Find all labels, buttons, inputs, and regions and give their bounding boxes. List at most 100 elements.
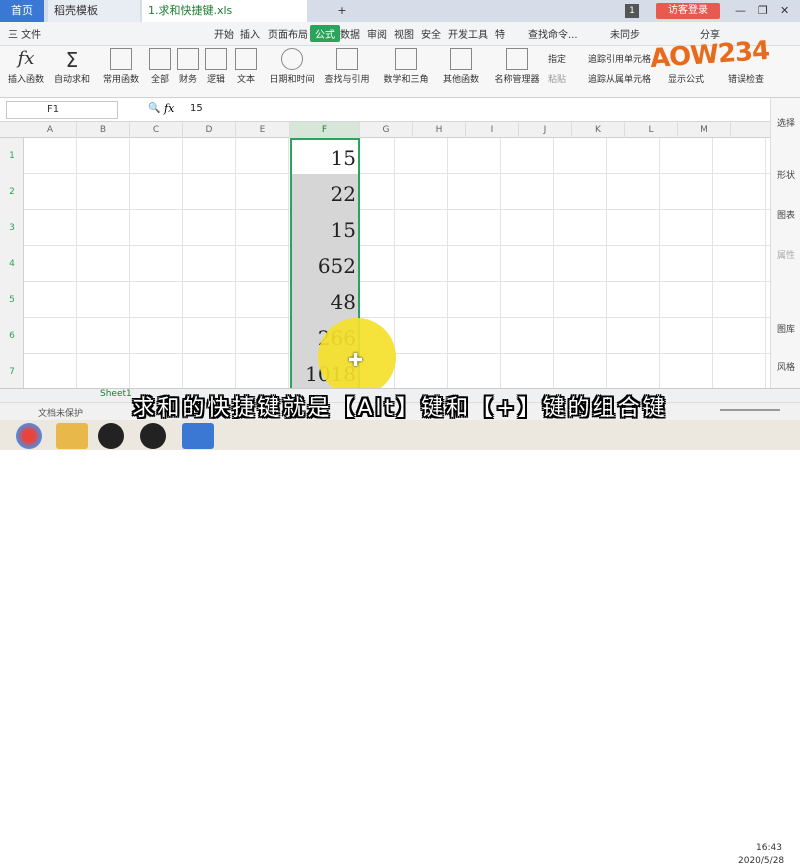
name-box[interactable]: F1 [6, 101, 118, 119]
lookup-icon [336, 48, 358, 70]
finance-icon [177, 48, 199, 70]
common-functions-button[interactable]: 常用函数 [98, 48, 144, 85]
search-command[interactable]: 查找命令... [528, 26, 578, 41]
row-4[interactable]: 4 [0, 259, 24, 269]
menu-security[interactable]: 安全 [421, 26, 441, 41]
lookup-button[interactable]: 查找与引用 [322, 48, 372, 85]
col-K[interactable]: K [572, 122, 625, 138]
menu-data[interactable]: 数据 [340, 26, 360, 41]
error-checking-button[interactable]: 错误检查 [728, 72, 764, 85]
cell-F4[interactable]: 652 [290, 248, 356, 284]
folder-icon[interactable] [56, 423, 88, 449]
sigma-icon: Σ [65, 48, 79, 72]
row-6[interactable]: 6 [0, 331, 24, 341]
menu-more[interactable]: 特 [495, 26, 505, 41]
col-D[interactable]: D [183, 122, 236, 138]
fx-label[interactable]: fx [164, 102, 174, 115]
text-icon [235, 48, 257, 70]
logic-icon [205, 48, 227, 70]
fx-icon: fx [17, 48, 35, 69]
name-manager-button[interactable]: 名称管理器 [492, 48, 542, 85]
menu-view[interactable]: 视图 [394, 26, 414, 41]
math-trig-button[interactable]: 数学和三角 [380, 48, 432, 85]
menu-start[interactable]: 开始 [214, 26, 234, 41]
function-icon [110, 48, 132, 70]
text-button[interactable]: 文本 [234, 48, 258, 85]
wps-icon[interactable] [182, 423, 214, 449]
menu-developer[interactable]: 开发工具 [448, 26, 488, 41]
cell-F2[interactable]: 22 [290, 176, 356, 212]
trace-dependents-button[interactable]: 追踪从属单元格 [588, 72, 651, 85]
right-side-panel: 选择 形状 图表 属性 图库 风格 [770, 98, 800, 398]
minimize-icon[interactable]: — [735, 0, 746, 22]
clock-date: 2020/5/28 [738, 856, 785, 866]
row-2[interactable]: 2 [0, 187, 24, 197]
cell-F5[interactable]: 48 [290, 284, 356, 320]
menu-insert[interactable]: 插入 [240, 26, 260, 41]
paste-button[interactable]: 粘贴 [548, 72, 566, 85]
maximize-icon[interactable]: ❐ [758, 0, 768, 22]
row-3[interactable]: 3 [0, 223, 24, 233]
show-formulas-button[interactable]: 显示公式 [668, 72, 704, 85]
tab-template[interactable]: 稻壳模板 [48, 0, 140, 22]
col-I[interactable]: I [466, 122, 519, 138]
unsynced-status[interactable]: 未同步 [610, 26, 640, 41]
col-J[interactable]: J [519, 122, 572, 138]
col-M[interactable]: M [678, 122, 731, 138]
cell-grid[interactable] [24, 138, 770, 388]
record-icon[interactable] [98, 423, 124, 449]
other-functions-button[interactable]: 其他函数 [436, 48, 486, 85]
shapes-panel-button[interactable]: 形状 [771, 168, 800, 181]
row-5[interactable]: 5 [0, 295, 24, 305]
chart-panel-button[interactable]: 图表 [771, 208, 800, 221]
menu-review[interactable]: 审阅 [367, 26, 387, 41]
windows-taskbar: 16:43 2020/5/28 [0, 420, 800, 866]
date-time-button[interactable]: 日期和时间 [266, 48, 318, 85]
row-1[interactable]: 1 [0, 151, 24, 161]
formula-bar: F1 🔍 fx 15 [0, 98, 800, 122]
cell-cursor-icon: ✚ [348, 350, 364, 371]
finance-button[interactable]: 财务 [176, 48, 200, 85]
col-B[interactable]: B [77, 122, 130, 138]
trace-precedents-button[interactable]: 追踪引用单元格 [588, 52, 651, 65]
cell-F1[interactable]: 15 [290, 140, 356, 176]
record-icon-2[interactable] [140, 423, 166, 449]
tab-home[interactable]: 首页 [0, 0, 44, 22]
menu-formula[interactable]: 公式 [310, 25, 340, 42]
title-tab-bar: 首页 稻壳模板 1.求和快捷键.xls + 1 访客登录 — ❐ ✕ [0, 0, 800, 22]
new-tab-icon[interactable]: + [335, 0, 349, 22]
select-panel-button[interactable]: 选择 [771, 116, 800, 129]
col-E[interactable]: E [236, 122, 290, 138]
math-icon [395, 48, 417, 70]
style-panel-button[interactable]: 风格 [771, 360, 800, 373]
gallery-panel-button[interactable]: 图库 [771, 322, 800, 335]
all-functions-button[interactable]: 全部 [148, 48, 172, 85]
menu-page-layout[interactable]: 页面布局 [268, 26, 308, 41]
col-G[interactable]: G [360, 122, 413, 138]
video-caption: 求和的快捷键就是【Alt】键和【+】键的组合键 [132, 396, 668, 421]
col-C[interactable]: C [130, 122, 183, 138]
clock-time: 16:43 [756, 843, 782, 853]
col-L[interactable]: L [625, 122, 678, 138]
browser-icon[interactable] [16, 423, 42, 449]
guest-login-button[interactable]: 访客登录 [656, 3, 720, 19]
all-icon [149, 48, 171, 70]
file-menu[interactable]: 三 文件 [8, 26, 41, 41]
row-header: 1 2 3 4 5 6 7 [0, 138, 24, 388]
col-A[interactable]: A [24, 122, 77, 138]
logic-button[interactable]: 逻辑 [204, 48, 228, 85]
insert-function-button[interactable]: fx 插入函数 [6, 48, 46, 85]
properties-panel-button[interactable]: 属性 [771, 248, 800, 261]
formula-input[interactable]: 15 [190, 103, 203, 114]
specify-button[interactable]: 指定 [548, 52, 566, 65]
col-H[interactable]: H [413, 122, 466, 138]
col-F[interactable]: F [290, 122, 360, 138]
auto-sum-button[interactable]: Σ 自动求和 [50, 48, 94, 85]
tab-file[interactable]: 1.求和快捷键.xls [142, 0, 307, 22]
other-functions-icon [450, 48, 472, 70]
tab-count-badge: 1 [625, 4, 639, 18]
close-icon[interactable]: ✕ [780, 0, 789, 22]
zoom-icon[interactable]: 🔍 [148, 103, 160, 114]
row-7[interactable]: 7 [0, 367, 24, 377]
cell-F3[interactable]: 15 [290, 212, 356, 248]
